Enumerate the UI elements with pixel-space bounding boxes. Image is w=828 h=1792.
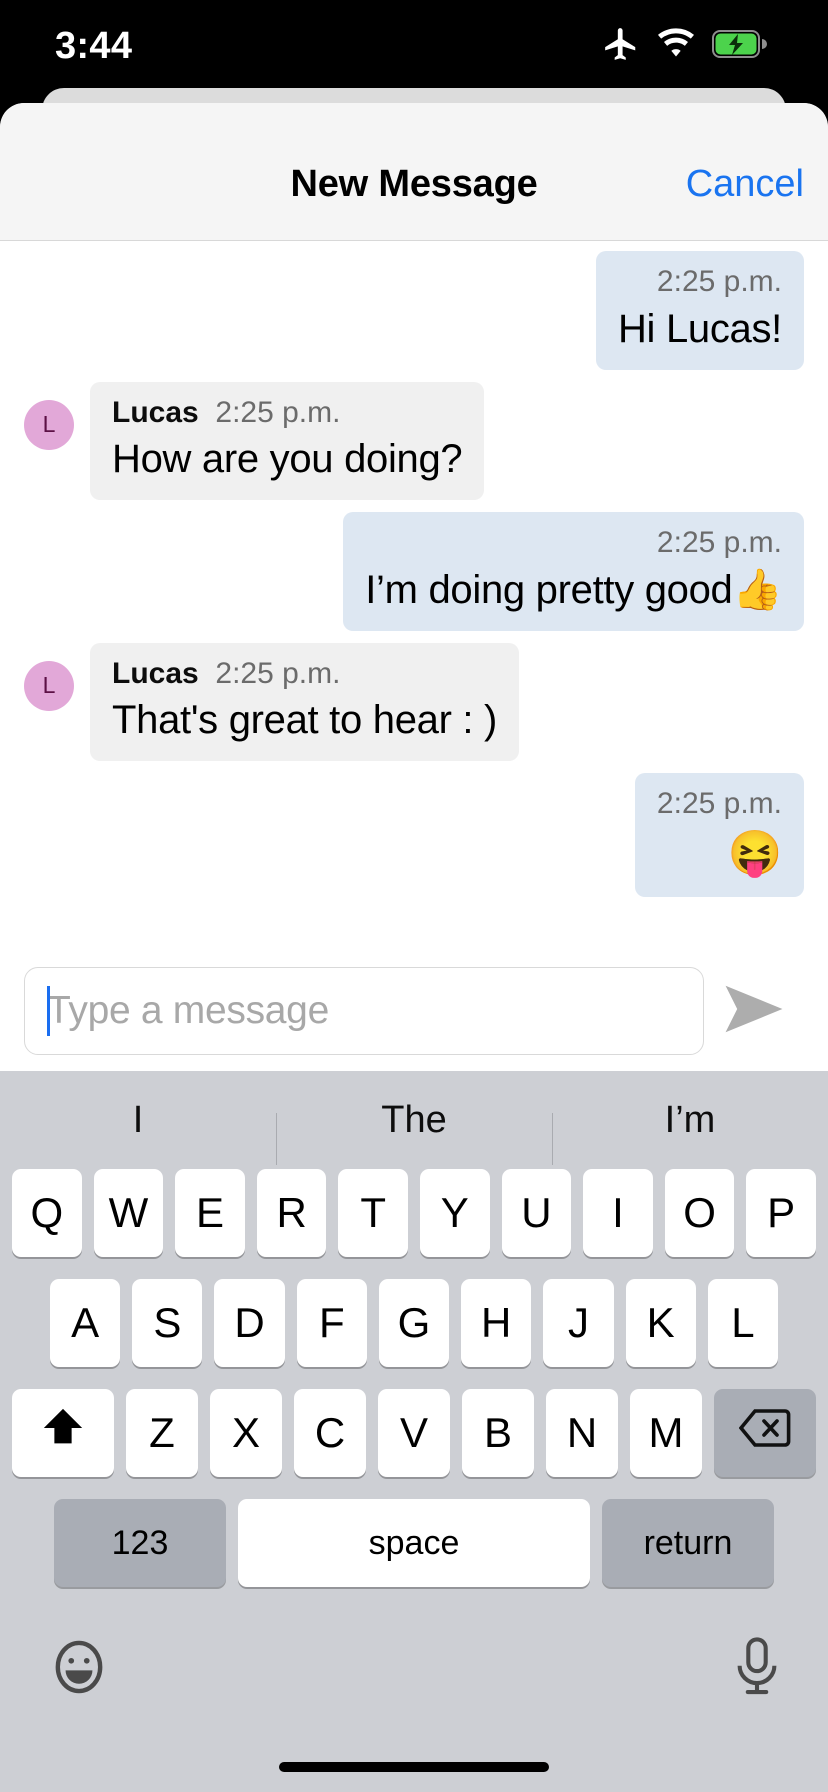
message-text: That's great to hear : )	[112, 698, 498, 742]
key-w[interactable]: W	[93, 1169, 164, 1257]
keyboard-bottom-bar	[0, 1609, 828, 1729]
message-list[interactable]: 2:25 p.m. Hi Lucas! L Lucas 2:25 p.m. How ar…	[0, 241, 828, 951]
key-l[interactable]: L	[707, 1279, 778, 1367]
dictation-key[interactable]	[734, 1636, 780, 1703]
message-input[interactable]	[47, 989, 695, 1033]
message-text: Hi Lucas!	[617, 306, 782, 351]
backspace-key[interactable]	[714, 1389, 816, 1477]
return-key[interactable]: return	[602, 1499, 774, 1587]
key-p[interactable]: P	[746, 1169, 816, 1257]
on-screen-keyboard[interactable]: I The I’m QWERTYUIOP ASDFGHJKL ZXCVBNM 1…	[0, 1071, 828, 1792]
key-e[interactable]: E	[175, 1169, 245, 1257]
message-timestamp: 2:25 p.m.	[215, 656, 341, 690]
suggestion-3[interactable]: I’m	[552, 1099, 828, 1165]
send-button[interactable]	[704, 967, 804, 1055]
message-text: 😝	[727, 828, 783, 878]
key-q[interactable]: Q	[12, 1169, 82, 1257]
message-row[interactable]: 2:25 p.m. Hi Lucas!	[0, 251, 828, 370]
key-g[interactable]: G	[378, 1279, 450, 1367]
key-h[interactable]: H	[461, 1279, 532, 1367]
key-u[interactable]: U	[501, 1169, 572, 1257]
status-icons	[602, 25, 768, 68]
status-time: 3:44	[55, 24, 133, 67]
keyboard-row-2[interactable]: ASDFGHJKL	[0, 1279, 828, 1367]
key-y[interactable]: Y	[420, 1169, 490, 1257]
key-b[interactable]: B	[462, 1389, 534, 1477]
keyboard-row-4[interactable]: 123 space return	[0, 1499, 828, 1587]
phone-screen: 3:44 New Message Cancel 2:25 p.m. Hi Luc…	[0, 0, 828, 1792]
shift-up-arrow-icon	[40, 1405, 86, 1461]
message-meta: Lucas 2:25 p.m.	[112, 657, 497, 692]
key-r[interactable]: R	[256, 1169, 327, 1257]
microphone-icon	[734, 1636, 780, 1702]
message-text: How are you doing?	[112, 437, 463, 481]
key-f[interactable]: F	[296, 1279, 367, 1367]
avatar: L	[24, 660, 74, 711]
message-timestamp: 2:25 p.m.	[215, 395, 341, 429]
message-timestamp: 2:25 p.m.	[656, 526, 782, 559]
message-meta: Lucas 2:25 p.m.	[112, 396, 462, 431]
key-m[interactable]: M	[630, 1389, 702, 1477]
key-s[interactable]: S	[132, 1279, 203, 1367]
message-text: I’m doing pretty good👍	[365, 567, 782, 612]
numbers-key[interactable]: 123	[54, 1499, 226, 1587]
key-c[interactable]: C	[294, 1389, 366, 1477]
message-bubble[interactable]: 2:25 p.m. Hi Lucas!	[595, 251, 804, 370]
emoji-key[interactable]	[48, 1636, 110, 1703]
cancel-button[interactable]: Cancel	[686, 163, 804, 206]
message-row[interactable]: 2:25 p.m. I’m doing pretty good👍	[0, 512, 828, 631]
message-bubble[interactable]: Lucas 2:25 p.m. How are you doing?	[90, 381, 485, 500]
key-t[interactable]: T	[338, 1169, 408, 1257]
emoji-smiley-icon	[48, 1640, 110, 1702]
message-sender: Lucas	[112, 395, 199, 429]
key-v[interactable]: V	[378, 1389, 450, 1477]
message-timestamp: 2:25 p.m.	[656, 265, 782, 298]
key-x[interactable]: X	[210, 1389, 282, 1477]
airplane-mode-icon	[602, 25, 640, 68]
message-composer	[0, 951, 828, 1071]
message-row[interactable]: L Lucas 2:25 p.m. That's great to hear : )	[0, 642, 828, 761]
message-meta: 2:25 p.m.	[618, 265, 782, 300]
message-bubble[interactable]: 2:25 p.m. I’m doing pretty good👍	[343, 512, 804, 631]
backspace-delete-icon	[738, 1407, 791, 1459]
key-k[interactable]: K	[625, 1279, 696, 1367]
message-bubble[interactable]: Lucas 2:25 p.m. That's great to hear : )	[90, 642, 520, 761]
avatar: L	[24, 399, 74, 450]
message-input-wrapper[interactable]	[24, 967, 704, 1055]
message-meta: 2:25 p.m.	[657, 787, 782, 822]
key-n[interactable]: N	[546, 1389, 618, 1477]
message-bubble[interactable]: 2:25 p.m. 😝	[634, 773, 804, 897]
message-timestamp: 2:25 p.m.	[656, 787, 782, 820]
predictive-suggestions-bar[interactable]: I The I’m	[0, 1071, 828, 1169]
status-bar: 3:44	[0, 0, 828, 92]
text-caret	[47, 986, 50, 1036]
message-sender: Lucas	[112, 656, 199, 690]
shift-key[interactable]	[12, 1389, 114, 1477]
key-a[interactable]: A	[50, 1279, 121, 1367]
space-key[interactable]: space	[238, 1499, 590, 1587]
suggestion-1[interactable]: I	[0, 1099, 276, 1142]
key-d[interactable]: D	[214, 1279, 285, 1367]
keyboard-row-3-letters[interactable]: ZXCVBNM	[120, 1389, 708, 1477]
key-z[interactable]: Z	[126, 1389, 198, 1477]
navigation-bar: New Message Cancel	[0, 103, 828, 241]
send-arrow-icon	[723, 983, 785, 1040]
battery-charging-icon	[712, 29, 768, 64]
wifi-icon	[656, 27, 696, 65]
new-message-sheet: New Message Cancel 2:25 p.m. Hi Lucas! L Lu…	[0, 103, 828, 1792]
key-i[interactable]: I	[583, 1169, 653, 1257]
key-j[interactable]: J	[543, 1279, 614, 1367]
message-row[interactable]: L Lucas 2:25 p.m. How are you doing?	[0, 381, 828, 500]
message-meta: 2:25 p.m.	[365, 526, 782, 561]
key-o[interactable]: O	[664, 1169, 735, 1257]
keyboard-row-1[interactable]: QWERTYUIOP	[0, 1169, 828, 1257]
keyboard-row-3[interactable]: ZXCVBNM	[0, 1389, 828, 1477]
suggestion-2[interactable]: The	[276, 1099, 552, 1165]
message-row[interactable]: 2:25 p.m. 😝	[0, 773, 828, 897]
home-indicator	[279, 1762, 549, 1772]
